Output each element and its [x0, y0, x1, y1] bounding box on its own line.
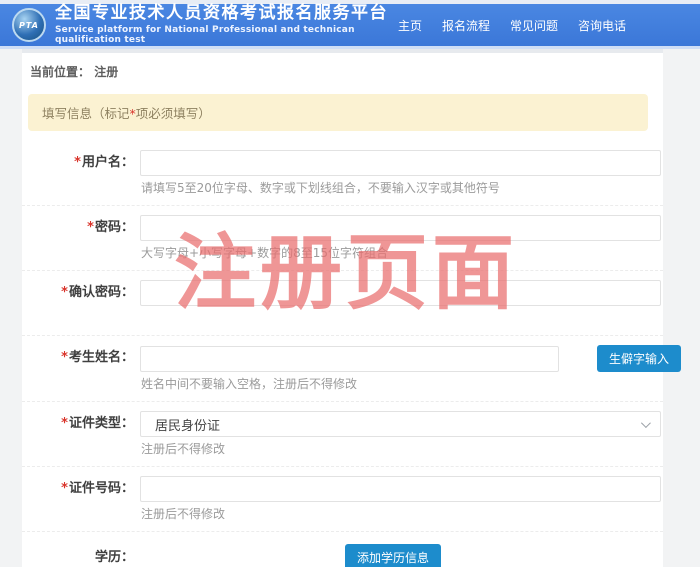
required-star: *	[61, 481, 68, 496]
breadcrumb-prefix: 当前位置：	[30, 65, 90, 79]
nav-faq-link[interactable]: 常见问题	[510, 17, 558, 34]
confirm-password-label: *确认密码：	[22, 280, 140, 331]
id-number-label: *证件号码：	[22, 476, 140, 527]
pta-logo-text: PTA	[19, 21, 39, 30]
breadcrumb-current: 注册	[94, 65, 118, 79]
chevron-down-icon	[641, 418, 651, 428]
required-star: *	[61, 416, 68, 431]
form-row-id-number: *证件号码： 注册后不得修改	[22, 467, 663, 532]
breadcrumb: 当前位置： 注册	[22, 49, 663, 89]
registration-form: *用户名： 请填写5至20位字母、数字或下划线组合，不要输入汉字或其他符号 *密…	[22, 141, 663, 567]
header: PTA 全国专业技术人员资格考试报名服务平台 Service platform …	[0, 4, 700, 46]
username-label: *用户名：	[22, 150, 140, 201]
password-label: *密码：	[22, 215, 140, 266]
confirm-password-hint	[141, 311, 663, 326]
site-title-block: 全国专业技术人员资格考试报名服务平台 Service platform for …	[55, 5, 398, 45]
form-row-confirm-password: *确认密码：	[22, 271, 663, 336]
id-type-hint: 注册后不得修改	[141, 442, 663, 457]
notice-text-pre: 填写信息（标记	[42, 106, 130, 121]
header-nav: 主页 报名流程 常见问题 咨询电话	[398, 17, 626, 34]
required-star: *	[61, 285, 68, 300]
rare-character-input-button[interactable]: 生僻字输入	[597, 345, 681, 372]
form-row-id-type: *证件类型： 居民身份证 注册后不得修改	[22, 402, 663, 467]
id-type-label: *证件类型：	[22, 411, 140, 462]
form-row-education: 学历： 添加学历信息	[22, 532, 663, 567]
confirm-password-input[interactable]	[140, 280, 661, 306]
username-hint: 请填写5至20位字母、数字或下划线组合，不要输入汉字或其他符号	[141, 181, 663, 196]
nav-registration-process-link[interactable]: 报名流程	[442, 17, 490, 34]
education-label: 学历：	[22, 545, 140, 567]
site-title: 全国专业技术人员资格考试报名服务平台	[55, 5, 398, 23]
notice-banner: 填写信息（标记*项必须填写）	[28, 94, 648, 131]
form-row-username: *用户名： 请填写5至20位字母、数字或下划线组合，不要输入汉字或其他符号	[22, 141, 663, 206]
id-number-input[interactable]	[140, 476, 661, 502]
id-type-selected-value: 居民身份证	[155, 415, 220, 434]
password-hint: 大写字母+小写字母+数字的8至15位字符组合	[141, 246, 663, 261]
add-education-button[interactable]: 添加学历信息	[345, 544, 441, 567]
username-input[interactable]	[140, 150, 661, 176]
id-type-select[interactable]: 居民身份证	[140, 411, 661, 437]
candidate-name-label: *考生姓名：	[22, 345, 140, 397]
notice-text-post: 项必须填写）	[136, 106, 211, 121]
main-content: 当前位置： 注册 填写信息（标记*项必须填写） *用户名： 请填写5至20位字母…	[22, 49, 663, 567]
form-row-candidate-name: *考生姓名： 生僻字输入 姓名中间不要输入空格，注册后不得修改	[22, 336, 663, 402]
nav-contact-phone-link[interactable]: 咨询电话	[578, 17, 626, 34]
site-subtitle: Service platform for National Profession…	[55, 25, 398, 45]
required-star: *	[74, 155, 81, 170]
id-number-hint: 注册后不得修改	[141, 507, 663, 522]
candidate-name-input[interactable]	[140, 346, 559, 372]
password-input[interactable]	[140, 215, 661, 241]
required-star: *	[61, 350, 68, 365]
required-star: *	[87, 220, 94, 235]
form-row-password: *密码： 大写字母+小写字母+数字的8至15位字符组合	[22, 206, 663, 271]
candidate-name-hint: 姓名中间不要输入空格，注册后不得修改	[141, 377, 681, 392]
pta-logo-icon: PTA	[12, 8, 46, 42]
nav-home-link[interactable]: 主页	[398, 17, 422, 34]
